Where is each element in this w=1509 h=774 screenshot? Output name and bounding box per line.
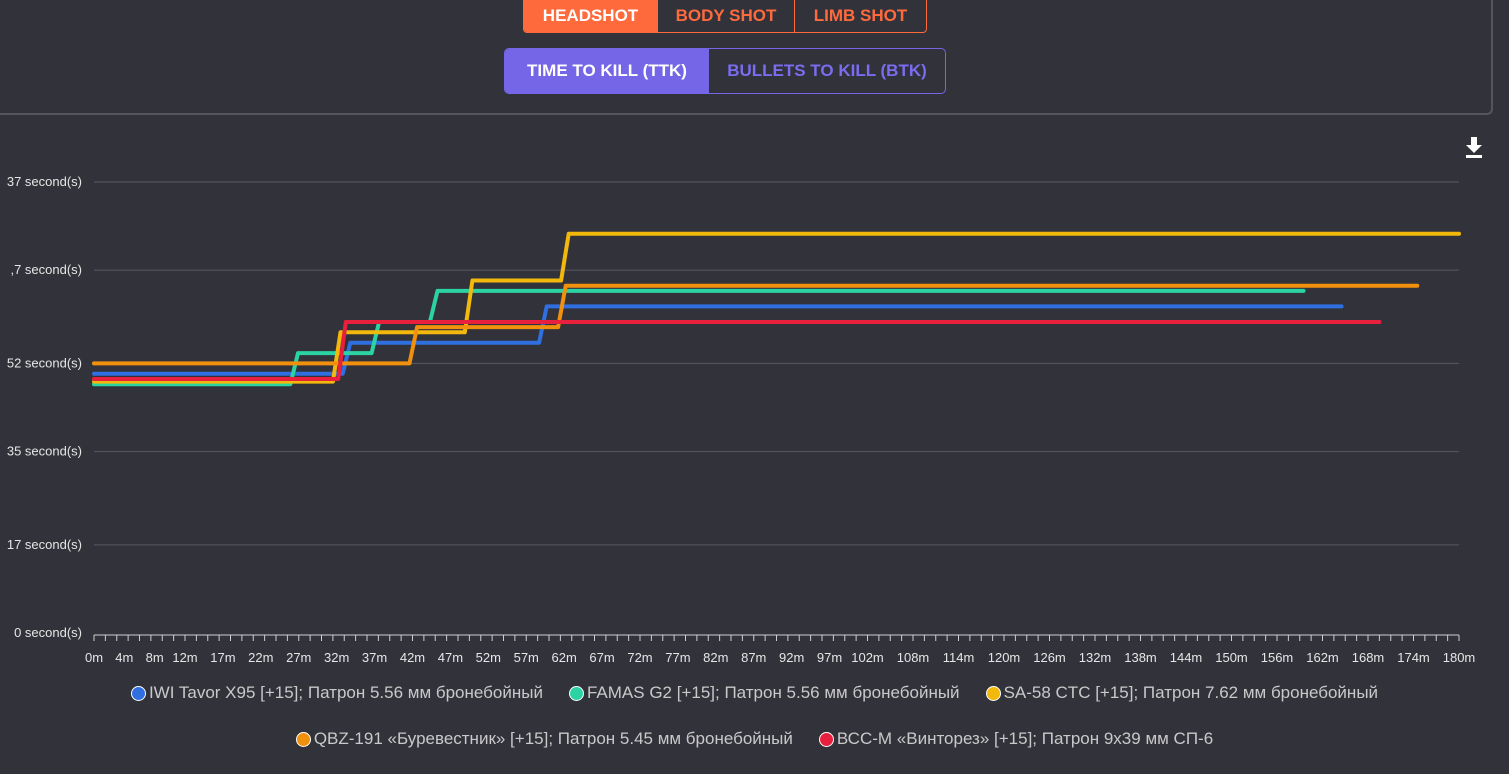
x-tick-label: 47m bbox=[438, 650, 463, 665]
x-tick-label: 150m bbox=[1215, 650, 1248, 665]
x-tick-label: 52m bbox=[476, 650, 501, 665]
x-tick-label: 132m bbox=[1079, 650, 1112, 665]
legend-label: FAMAS G2 [+15]; Патрон 5.56 мм бронебойн… bbox=[586, 683, 960, 702]
legend-dot bbox=[130, 685, 146, 701]
download-button[interactable] bbox=[1462, 134, 1486, 160]
tab-body-shot[interactable]: BODY SHOT bbox=[657, 0, 794, 32]
tab-bullets-to-kill[interactable]: BULLETS TO KILL (BTK) bbox=[709, 49, 945, 93]
x-tick-label: 72m bbox=[627, 650, 652, 665]
x-tick-label: 126m bbox=[1033, 650, 1066, 665]
x-tick-label: 12m bbox=[172, 650, 197, 665]
x-tick-label: 168m bbox=[1352, 650, 1385, 665]
x-tick-label: 97m bbox=[817, 650, 842, 665]
metric-toggle: TIME TO KILL (TTK) BULLETS TO KILL (BTK) bbox=[504, 48, 946, 94]
x-tick-label: 138m bbox=[1124, 650, 1157, 665]
y-tick-label: ,7 second(s) bbox=[10, 262, 82, 277]
x-tick-label: 82m bbox=[703, 650, 728, 665]
x-tick-label: 114m bbox=[943, 650, 975, 665]
series-line-3[interactable] bbox=[92, 283, 1420, 366]
y-tick-label: 52 second(s) bbox=[7, 355, 82, 370]
hit-zone-toggle: HEADSHOT BODY SHOT LIMB SHOT bbox=[523, 0, 927, 33]
x-tick-label: 32m bbox=[324, 650, 349, 665]
download-icon bbox=[1466, 137, 1482, 158]
legend-item-tavor[interactable]: IWI Tavor X95 [+15]; Патрон 5.56 мм брон… bbox=[130, 683, 543, 703]
x-tick-label: 42m bbox=[400, 650, 425, 665]
x-tick-label: 102m bbox=[851, 650, 884, 665]
x-tick-label: 180m bbox=[1443, 650, 1476, 665]
x-tick-label: 174m bbox=[1397, 650, 1430, 665]
tab-time-to-kill[interactable]: TIME TO KILL (TTK) bbox=[505, 49, 709, 93]
legend-item-famas[interactable]: FAMAS G2 [+15]; Патрон 5.56 мм бронебойн… bbox=[568, 683, 960, 703]
legend-dot bbox=[295, 731, 311, 747]
series-line-4[interactable] bbox=[92, 320, 1382, 381]
x-tick-label: 108m bbox=[897, 650, 930, 665]
x-tick-label: 4m bbox=[115, 650, 133, 665]
legend-item-sa58[interactable]: SA-58 CTC [+15]; Патрон 7.62 мм бронебой… bbox=[985, 683, 1379, 703]
legend-dot bbox=[568, 685, 584, 701]
legend-item-vss-m[interactable]: ВСС-М «Винторез» [+15]; Патрон 9x39 мм С… bbox=[818, 729, 1214, 749]
x-tick-label: 0m bbox=[85, 650, 103, 665]
legend-dot bbox=[985, 685, 1001, 701]
x-tick-label: 67m bbox=[589, 650, 614, 665]
x-tick-label: 37m bbox=[362, 650, 387, 665]
tab-headshot[interactable]: HEADSHOT bbox=[524, 0, 657, 32]
x-tick-label: 62m bbox=[552, 650, 577, 665]
y-tick-label: 37 second(s) bbox=[7, 174, 82, 189]
y-tick-label: 17 second(s) bbox=[7, 537, 82, 552]
x-tick-label: 156m bbox=[1261, 650, 1294, 665]
y-tick-label: 0 second(s) bbox=[14, 625, 82, 640]
ttk-line-chart: 0 second(s) 17 second(s) 35 second(s) 52 se… bbox=[7, 174, 1476, 665]
x-tick-label: 162m bbox=[1306, 650, 1339, 665]
x-tick-label: 87m bbox=[741, 650, 766, 665]
x-tick-label: 77m bbox=[665, 650, 690, 665]
legend-label: IWI Tavor X95 [+15]; Патрон 5.56 мм брон… bbox=[148, 683, 543, 702]
y-tick-label: 35 second(s) bbox=[7, 444, 82, 459]
legend-label: QBZ-191 «Буревестник» [+15]; Патрон 5.45… bbox=[313, 729, 793, 748]
x-tick-label: 17m bbox=[210, 650, 235, 665]
x-tick-label: 92m bbox=[779, 650, 804, 665]
tab-limb-shot[interactable]: LIMB SHOT bbox=[794, 0, 926, 32]
x-tick-label: 144m bbox=[1170, 650, 1203, 665]
x-tick-label: 27m bbox=[286, 650, 311, 665]
legend-row-2: QBZ-191 «Буревестник» [+15]; Патрон 5.45… bbox=[0, 729, 1509, 749]
legend-item-qbz191[interactable]: QBZ-191 «Буревестник» [+15]; Патрон 5.45… bbox=[295, 729, 793, 749]
x-tick-label: 120m bbox=[988, 650, 1021, 665]
legend-row-1: IWI Tavor X95 [+15]; Патрон 5.56 мм брон… bbox=[0, 683, 1509, 703]
x-tick-label: 8m bbox=[146, 650, 164, 665]
legend-dot bbox=[818, 731, 834, 747]
x-tick-label: 57m bbox=[514, 650, 539, 665]
legend-label: ВСС-М «Винторез» [+15]; Патрон 9x39 мм С… bbox=[836, 729, 1214, 748]
legend-label: SA-58 CTC [+15]; Патрон 7.62 мм бронебой… bbox=[1003, 683, 1379, 702]
x-tick-label: 22m bbox=[248, 650, 273, 665]
